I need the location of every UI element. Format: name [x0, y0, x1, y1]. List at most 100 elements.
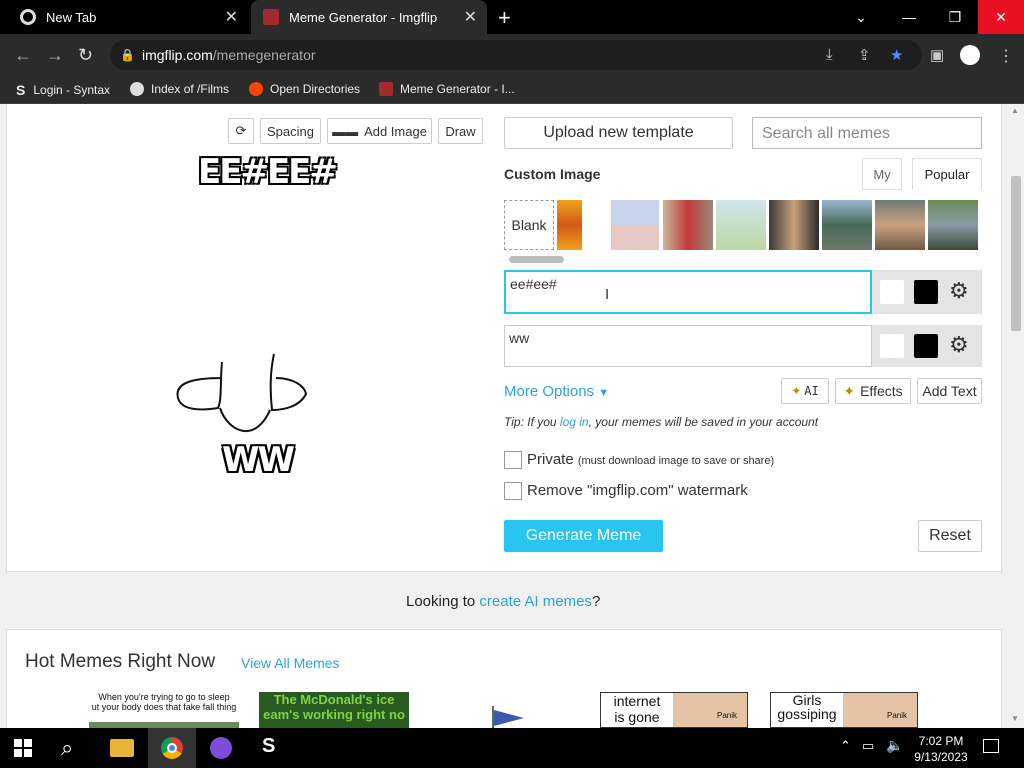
chrome-icon — [20, 9, 36, 25]
hot-meme-1[interactable]: When you're trying to go to sleep ut you… — [89, 692, 239, 728]
private-checkbox[interactable] — [504, 451, 522, 469]
file-explorer-icon[interactable] — [110, 739, 134, 757]
new-tab-icon[interactable]: + — [498, 5, 511, 31]
globe-icon — [130, 82, 144, 96]
meme-top-text[interactable]: EE#EE# — [198, 152, 338, 192]
imgflip-favicon-icon — [263, 9, 279, 25]
template-uno[interactable] — [769, 200, 819, 250]
menu-kebab-icon[interactable]: ⋮ — [998, 46, 1014, 66]
hot-meme-2[interactable]: The McDonald's ice eam's working right n… — [259, 692, 409, 728]
view-all-memes-link[interactable]: View All Memes — [241, 655, 340, 671]
more-options-link[interactable]: More Options ▼ — [504, 383, 609, 400]
profile-avatar-icon[interactable] — [960, 45, 980, 65]
effects-button[interactable]: ✦ Effects — [835, 378, 911, 404]
windows-start-icon[interactable] — [14, 739, 32, 757]
install-icon[interactable]: ⤓ — [826, 46, 833, 63]
bookmark-label: Index of /Films — [151, 82, 230, 96]
bookmark-meme-generator[interactable]: Meme Generator - I... — [379, 82, 515, 96]
meme-caption: is gone — [614, 709, 660, 725]
notifications-icon[interactable] — [983, 739, 999, 753]
draw-button[interactable]: Draw — [438, 118, 483, 144]
scroll-down-icon[interactable]: ▼ — [1011, 714, 1019, 723]
template-butterfly[interactable] — [716, 200, 766, 250]
scroll-up-icon[interactable]: ▲ — [1011, 106, 1019, 115]
add-text-button[interactable]: Add Text — [917, 378, 982, 404]
tip-prefix: Tip: If you — [504, 415, 560, 429]
hot-meme-3[interactable] — [490, 706, 526, 728]
bookmark-login-syntax[interactable]: S Login - Syntax — [16, 82, 110, 98]
forward-icon[interactable]: → — [46, 45, 64, 66]
template-change-my-mind[interactable] — [928, 200, 978, 250]
reset-button[interactable]: Reset — [918, 520, 982, 552]
outline-color-swatch-black[interactable] — [914, 334, 938, 358]
template-distracted-boyfriend[interactable] — [663, 200, 713, 250]
upload-template-button[interactable]: Upload new template — [504, 117, 733, 149]
meme-caption: Panik — [887, 711, 908, 720]
syntax-s-icon: S — [16, 82, 26, 98]
text-box-2[interactable]: ww — [504, 325, 872, 367]
meme-bottom-text[interactable]: WW — [222, 440, 295, 480]
volume-muted-icon[interactable]: 🔈 — [886, 737, 903, 754]
blank-template[interactable]: Blank — [504, 200, 554, 250]
start-tile — [14, 749, 22, 757]
close-window-icon[interactable]: ✕ — [978, 0, 1024, 34]
tab-search-chevron-icon[interactable]: ⌄ — [838, 0, 884, 34]
private-label: Private (must download image to save or … — [527, 451, 774, 468]
remove-watermark-checkbox[interactable] — [504, 482, 522, 500]
private-note: (must download image to save or share) — [577, 455, 775, 467]
rotate-icon[interactable]: ⟳ — [228, 118, 254, 144]
template-bernie[interactable] — [875, 200, 925, 250]
close-tab-icon[interactable]: ✕ — [225, 7, 238, 27]
tab-new-tab[interactable]: New Tab ✕ — [8, 0, 248, 34]
system-clock[interactable]: 7:02 PM 9/13/2023 — [912, 733, 970, 765]
tab-popular[interactable]: Popular — [912, 158, 982, 190]
looking-prefix: Looking to — [406, 593, 480, 610]
outline-color-swatch-black[interactable] — [914, 280, 938, 304]
back-icon[interactable]: ← — [14, 45, 32, 66]
hot-meme-5[interactable]: Girls gossiping Panik — [770, 692, 918, 728]
text-color-swatch-white[interactable] — [880, 334, 904, 358]
gear-icon[interactable]: ⚙ — [949, 278, 969, 304]
restore-icon[interactable]: ❐ — [932, 0, 978, 34]
tab-my[interactable]: My — [862, 158, 902, 190]
reload-icon[interactable]: ↻ — [78, 45, 93, 66]
text-box-1[interactable]: ee#ee# — [504, 270, 872, 314]
meme-caption-block: Girls gossiping — [773, 693, 841, 721]
lock-icon[interactable]: 🔒 — [120, 48, 135, 62]
template-drake[interactable] — [557, 200, 582, 250]
minimize-icon[interactable]: — — [886, 0, 932, 34]
imgflip-favicon-icon — [379, 82, 393, 96]
template-scroller[interactable] — [509, 256, 564, 263]
tab-meme-generator[interactable]: Meme Generator - Imgflip ✕ — [251, 0, 487, 34]
login-link[interactable]: log in — [560, 415, 589, 429]
text-color-swatch-white[interactable] — [880, 280, 904, 304]
search-icon[interactable]: ⌕ — [61, 735, 73, 761]
sparkle-icon: ✦ — [843, 382, 856, 399]
generate-meme-button[interactable]: Generate Meme — [504, 520, 663, 552]
bookmark-star-icon[interactable]: ★ — [890, 46, 903, 64]
syntax-s-icon[interactable]: S — [262, 735, 275, 758]
tor-browser-icon[interactable] — [210, 737, 232, 759]
bookmark-open-directories[interactable]: Open Directories — [249, 82, 360, 96]
create-ai-memes-link[interactable]: create AI memes — [479, 593, 592, 610]
looking-suffix: ? — [591, 593, 601, 610]
bookmark-index-films[interactable]: Index of /Films — [130, 82, 229, 96]
share-icon[interactable]: ⇪ — [858, 46, 871, 64]
meme-drawing[interactable] — [170, 352, 310, 442]
hot-meme-4[interactable]: internet is gone Panik — [600, 692, 748, 728]
spacing-button[interactable]: Spacing — [260, 118, 321, 144]
ai-button[interactable]: ✦ AI — [781, 378, 829, 404]
scrollbar-thumb[interactable] — [1011, 176, 1021, 331]
chevron-up-icon[interactable]: ⌃ — [840, 738, 851, 754]
network-icon[interactable]: ▭ — [862, 738, 874, 754]
gear-icon[interactable]: ⚙ — [949, 332, 969, 358]
bookmark-label: Login - Syntax — [33, 83, 111, 97]
clock-time: 7:02 PM — [918, 734, 964, 748]
add-image-button[interactable]: ▬▬ Add Image — [327, 118, 432, 144]
template-exit-ramp[interactable] — [822, 200, 872, 250]
close-tab-icon[interactable]: ✕ — [464, 7, 477, 27]
template-pills[interactable] — [611, 200, 659, 250]
search-memes-input[interactable]: Search all memes — [752, 117, 982, 149]
url-text[interactable]: imgflip.com/memegenerator — [142, 47, 316, 63]
side-panel-icon[interactable]: ▣ — [930, 46, 944, 64]
